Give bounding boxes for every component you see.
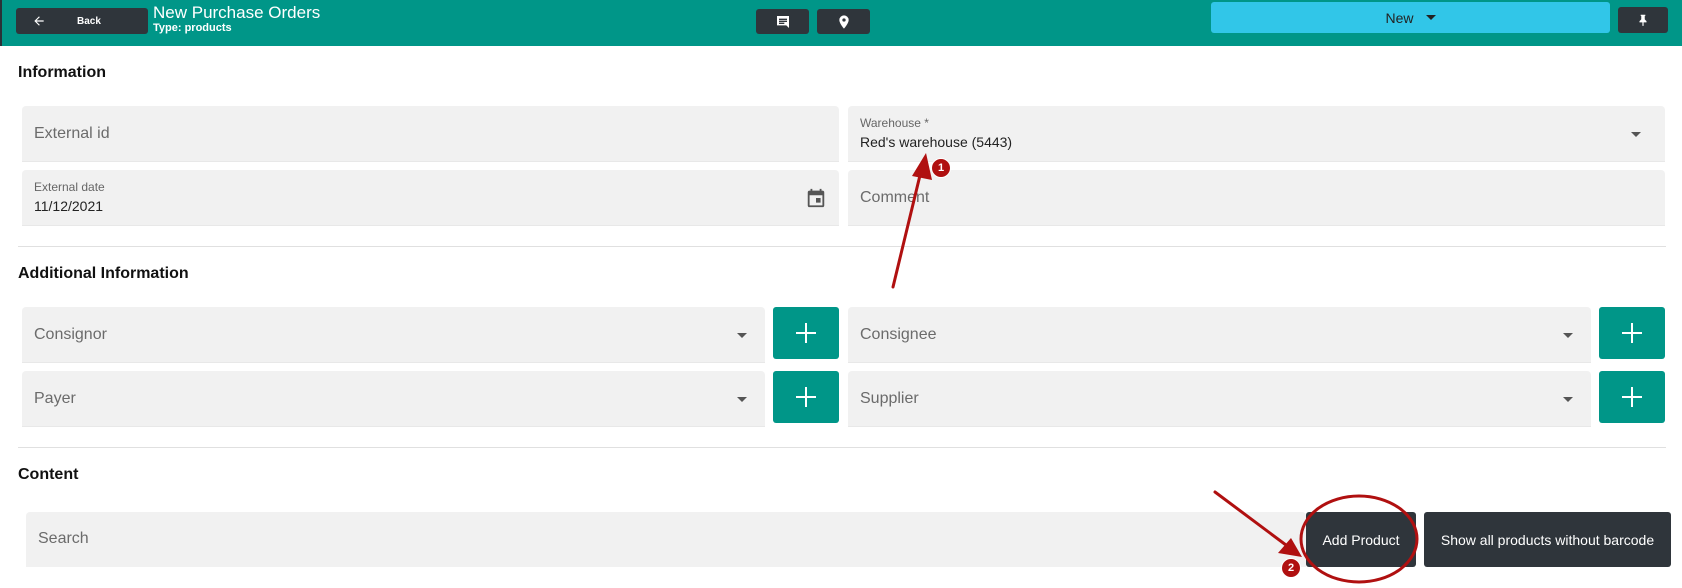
comment-placeholder: Comment: [860, 189, 930, 206]
warehouse-value: Red's warehouse (5443): [860, 134, 1013, 150]
divider: [18, 447, 1666, 448]
add-payer-button[interactable]: [773, 371, 839, 423]
supplier-placeholder: Supplier: [860, 390, 919, 407]
show-without-barcode-label: Show all products without barcode: [1440, 531, 1655, 548]
pin-button[interactable]: [1618, 7, 1668, 33]
annotation-badge: 1: [931, 158, 951, 178]
search-input[interactable]: Search: [26, 512, 1306, 567]
external-id-field[interactable]: External id: [22, 106, 839, 162]
external-date-label: External date: [34, 180, 105, 194]
chevron-down-icon: [1563, 397, 1573, 402]
divider: [18, 246, 1666, 247]
status-select-value: New: [1385, 9, 1414, 26]
chevron-down-icon: [737, 397, 747, 402]
add-consignor-button[interactable]: [773, 307, 839, 359]
add-consignee-button[interactable]: [1599, 307, 1665, 359]
add-supplier-button[interactable]: [1599, 371, 1665, 423]
chevron-down-icon: [737, 333, 747, 338]
comment-field[interactable]: Comment: [848, 170, 1665, 226]
add-product-button[interactable]: Add Product: [1306, 512, 1416, 567]
consignor-select[interactable]: Consignor: [22, 307, 765, 363]
external-date-value: 11/12/2021: [34, 198, 104, 214]
chevron-down-icon: [1631, 132, 1641, 137]
plus-icon: [796, 323, 816, 343]
payer-placeholder: Payer: [34, 390, 76, 407]
external-id-placeholder: External id: [34, 125, 110, 142]
consignor-placeholder: Consignor: [34, 326, 107, 343]
top-bar: Back New Purchase Orders Type: products …: [0, 0, 1682, 46]
external-date-field[interactable]: External date 11/12/2021: [22, 170, 839, 226]
arrow-left-icon: [34, 16, 44, 26]
annotation-badge: 2: [1281, 558, 1301, 578]
back-button-label: Back: [77, 15, 101, 27]
consignee-select[interactable]: Consignee: [848, 307, 1591, 363]
pin-icon: [1639, 14, 1647, 26]
comments-button[interactable]: [756, 9, 809, 34]
chevron-down-icon: [1563, 333, 1573, 338]
location-pin-icon: [838, 14, 849, 29]
section-title-content: Content: [18, 466, 79, 483]
payer-select[interactable]: Payer: [22, 371, 765, 427]
warehouse-label: Warehouse *: [860, 116, 929, 130]
search-placeholder: Search: [38, 530, 89, 547]
add-product-label: Add Product: [1322, 531, 1400, 548]
chevron-down-icon: [1425, 15, 1436, 20]
supplier-select[interactable]: Supplier: [848, 371, 1591, 427]
plus-icon: [1622, 323, 1642, 343]
back-button[interactable]: Back: [16, 8, 148, 34]
page-subtitle: Type: products: [153, 22, 232, 34]
show-without-barcode-button[interactable]: Show all products without barcode: [1424, 512, 1671, 567]
status-select[interactable]: New: [1211, 2, 1610, 33]
calendar-icon[interactable]: [805, 187, 827, 209]
consignee-placeholder: Consignee: [860, 326, 937, 343]
annotation-overlay: [891, 153, 1419, 584]
section-title-information: Information: [18, 64, 106, 81]
plus-icon: [1622, 387, 1642, 407]
plus-icon: [796, 387, 816, 407]
comment-icon: [776, 15, 789, 28]
location-button[interactable]: [817, 9, 870, 34]
page-title: New Purchase Orders: [153, 3, 321, 22]
warehouse-select[interactable]: Warehouse * Red's warehouse (5443): [848, 106, 1665, 162]
section-title-additional-information: Additional Information: [18, 265, 189, 282]
